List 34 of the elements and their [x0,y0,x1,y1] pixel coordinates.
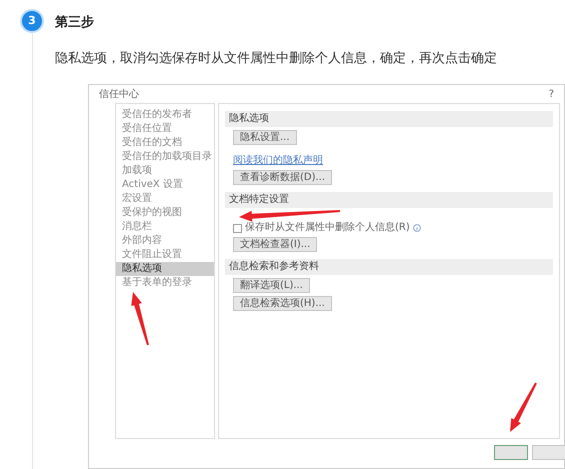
dialog-button[interactable]: 翻译选项(L)... [233,278,310,293]
sidebar-item[interactable]: 受信任的发布者 [116,108,214,122]
checkbox[interactable] [233,224,242,232]
checkbox-label: 保存时从文件属性中删除个人信息(R) [245,222,410,234]
sidebar-item[interactable]: 受信任的加载项目录 [116,150,214,164]
pointer-arrow [131,292,149,346]
step-title: 第三步 [55,14,95,32]
privacy-link[interactable]: 阅读我们的隐私声明 [233,155,323,167]
step-description: 隐私选项，取消勾选保存时从文件属性中删除个人信息，确定，再次点击确定 [55,50,498,68]
sidebar-item[interactable]: 受信任位置 [116,122,214,136]
sidebar-item[interactable]: 受保护的视图 [116,206,214,220]
section-header: 信息检索和参考资料 [225,259,553,275]
section-header: 文档特定设置 [225,192,553,208]
sidebar-item[interactable]: 消息栏 [116,220,214,234]
sidebar-item[interactable]: ActiveX 设置 [116,178,214,192]
dialog-button[interactable]: 信息检索选项(H)... [233,296,332,311]
sidebar-item[interactable]: 加载项 [116,164,214,178]
dialog-button[interactable] [494,445,528,460]
sidebar-item[interactable]: 受信任的文档 [116,136,214,150]
dialog-button[interactable]: 文档检查器(I)... [233,237,318,252]
section-header: 隐私选项 [225,111,553,127]
sidebar-item[interactable]: 基于表单的登录 [116,276,214,290]
dialog-button[interactable] [532,445,565,460]
dialog-button[interactable]: 查看诊断数据(D)... [233,170,332,185]
sidebar-item[interactable]: 宏设置 [116,192,214,206]
sidebar-item[interactable]: 外部内容 [116,234,214,248]
sidebar-item[interactable]: 隐私选项 [116,262,214,276]
help-button[interactable]: ? [548,87,554,103]
pointer-arrow [510,382,537,432]
dialog-title: 信任中心 [99,88,139,102]
dialog-button[interactable]: 隐私设置... [233,130,297,145]
sidebar-item[interactable]: 文件阻止设置 [116,248,214,262]
info-icon [412,224,421,232]
step-number: 3 [20,9,44,33]
